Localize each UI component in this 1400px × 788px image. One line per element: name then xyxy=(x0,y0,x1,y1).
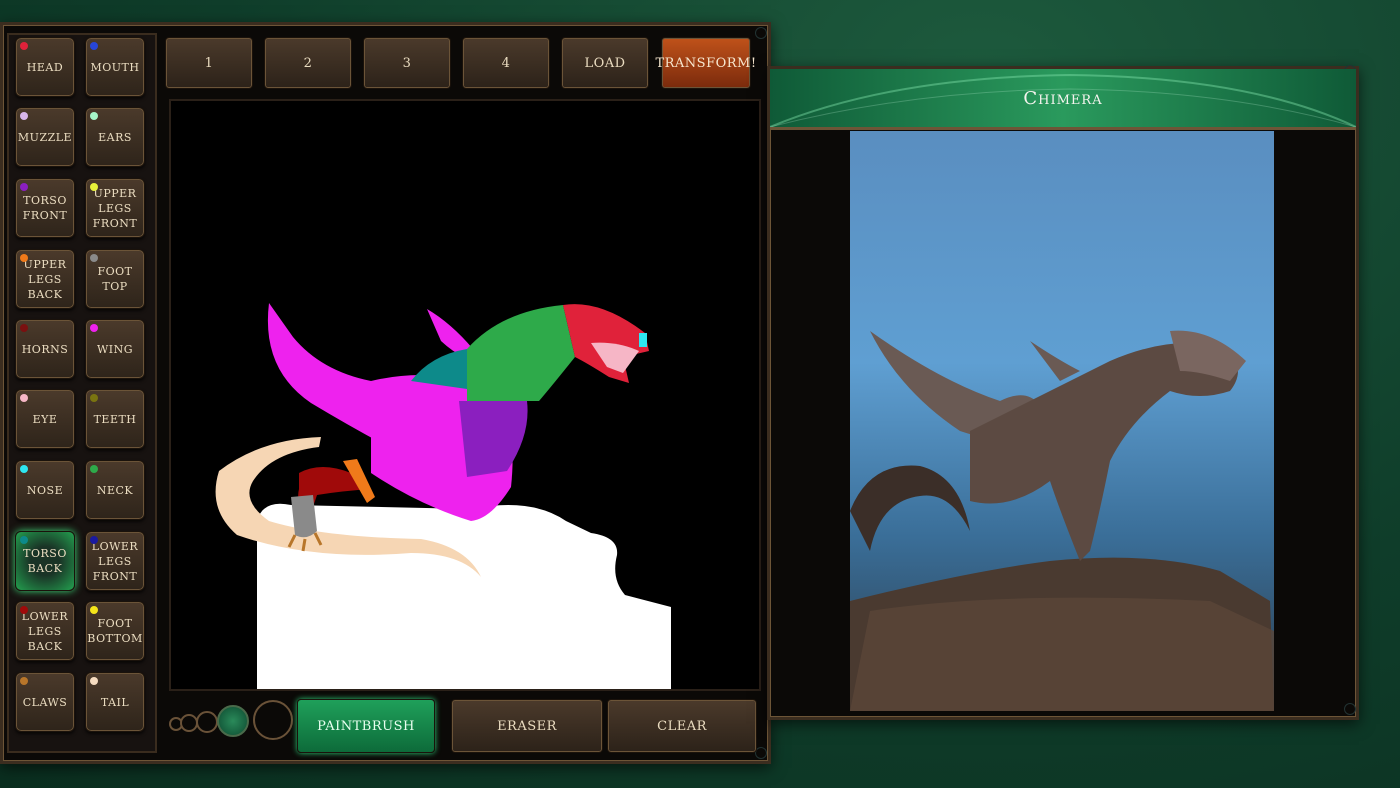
color-swatch-icon xyxy=(90,183,98,191)
paintbrush-button[interactable]: PAINTBRUSH xyxy=(297,699,435,753)
part-label: TEETH xyxy=(93,412,137,426)
part-label: EARS xyxy=(98,130,132,144)
nose-region xyxy=(639,333,647,347)
foot-region xyxy=(291,495,317,538)
slot-2-button[interactable]: 2 xyxy=(264,37,352,89)
part-label: FOOT BOTTOM xyxy=(87,617,143,645)
drawing-canvas[interactable] xyxy=(169,99,761,691)
result-panel: Chimera xyxy=(767,65,1359,720)
part-button-ears[interactable]: EARS xyxy=(85,107,145,167)
part-button-claws[interactable]: CLAWS xyxy=(15,672,75,732)
part-button-foot-bottom[interactable]: FOOT BOTTOM xyxy=(85,601,145,661)
part-label: TORSO BACK xyxy=(23,547,67,575)
color-swatch-icon xyxy=(20,536,28,544)
slot-4-button[interactable]: 4 xyxy=(462,37,550,89)
part-button-eye[interactable]: EYE xyxy=(15,389,75,449)
part-button-foot-top[interactable]: FOOT TOP xyxy=(85,249,145,309)
part-button-torso-front[interactable]: TORSO FRONT xyxy=(15,178,75,238)
part-label: MUZZLE xyxy=(17,130,73,144)
slot-3-button[interactable]: 3 xyxy=(363,37,451,89)
part-label: NOSE xyxy=(26,483,64,497)
color-swatch-icon xyxy=(20,394,28,402)
body-part-palette: HEAD MOUTH MUZZLE EARS TORSO FRONT UPPER LEGS… xyxy=(7,33,157,753)
color-swatch-icon xyxy=(20,465,28,473)
part-label: NECK xyxy=(96,483,134,497)
color-swatch-icon xyxy=(20,677,28,685)
transform-button[interactable]: TRANSFORM! xyxy=(655,37,756,89)
neck-region xyxy=(467,305,575,401)
brush-size-medium[interactable] xyxy=(196,711,218,733)
part-button-wing[interactable]: WING xyxy=(85,319,145,379)
editor-panel: HEAD MOUTH MUZZLE EARS TORSO FRONT UPPER LEGS… xyxy=(0,22,771,764)
part-button-upper-legs-front[interactable]: UPPER LEGS FRONT xyxy=(85,178,145,238)
generated-creature-image xyxy=(850,131,1274,711)
part-label: UPPER LEGS BACK xyxy=(23,257,67,301)
color-swatch-icon xyxy=(20,183,28,191)
part-button-upper-legs-back[interactable]: UPPER LEGS BACK xyxy=(15,249,75,309)
corner-stud xyxy=(1344,703,1356,715)
color-swatch-icon xyxy=(20,324,28,332)
color-swatch-icon xyxy=(90,254,98,262)
slot-1-button[interactable]: 1 xyxy=(165,37,253,89)
part-label: LOWER LEGS FRONT xyxy=(91,539,139,583)
part-label: LOWER LEGS BACK xyxy=(21,609,69,653)
color-swatch-icon xyxy=(90,42,98,50)
part-label: EYE xyxy=(32,412,58,426)
part-button-muzzle[interactable]: MUZZLE xyxy=(15,107,75,167)
part-button-lower-legs-back[interactable]: LOWER LEGS BACK xyxy=(15,601,75,661)
part-button-tail[interactable]: TAIL xyxy=(85,672,145,732)
part-button-nose[interactable]: NOSE xyxy=(15,460,75,520)
part-label: TAIL xyxy=(100,695,130,709)
load-button[interactable]: LOAD xyxy=(561,37,649,89)
part-button-torso-back[interactable]: TORSO BACK xyxy=(15,531,75,591)
corner-stud xyxy=(755,27,767,39)
part-label: MOUTH xyxy=(90,60,140,74)
part-button-horns[interactable]: HORNS xyxy=(15,319,75,379)
color-swatch-icon xyxy=(90,394,98,402)
part-button-neck[interactable]: NECK xyxy=(85,460,145,520)
part-label: WING xyxy=(96,342,134,356)
color-swatch-icon xyxy=(90,536,98,544)
brush-size-xlarge[interactable] xyxy=(253,700,293,740)
part-label: HORNS xyxy=(21,342,69,356)
color-swatch-icon xyxy=(20,112,28,120)
color-swatch-icon xyxy=(20,254,28,262)
part-label: UPPER LEGS FRONT xyxy=(92,186,138,230)
color-swatch-icon xyxy=(90,324,98,332)
color-swatch-icon xyxy=(20,42,28,50)
torso-purple-region xyxy=(459,401,528,477)
color-swatch-icon xyxy=(90,465,98,473)
part-label: TORSO FRONT xyxy=(22,194,68,222)
part-button-lower-legs-front[interactable]: LOWER LEGS FRONT xyxy=(85,531,145,591)
result-title: Chimera xyxy=(1023,87,1103,109)
part-button-teeth[interactable]: TEETH xyxy=(85,389,145,449)
color-swatch-icon xyxy=(90,606,98,614)
ground-region xyxy=(257,503,671,689)
color-swatch-icon xyxy=(90,112,98,120)
part-button-mouth[interactable]: MOUTH xyxy=(85,37,145,97)
color-swatch-icon xyxy=(90,677,98,685)
brush-size-large[interactable] xyxy=(217,705,249,737)
part-button-head[interactable]: HEAD xyxy=(15,37,75,97)
segmentation-drawing xyxy=(215,303,671,689)
result-header: Chimera xyxy=(770,69,1356,130)
creature-illustration xyxy=(850,330,1274,711)
part-label: FOOT TOP xyxy=(97,265,133,293)
color-swatch-icon xyxy=(20,606,28,614)
part-label: HEAD xyxy=(26,60,64,74)
eraser-button[interactable]: ERASER xyxy=(451,699,603,753)
part-label: CLAWS xyxy=(22,695,68,709)
clear-button[interactable]: CLEAR xyxy=(607,699,757,753)
